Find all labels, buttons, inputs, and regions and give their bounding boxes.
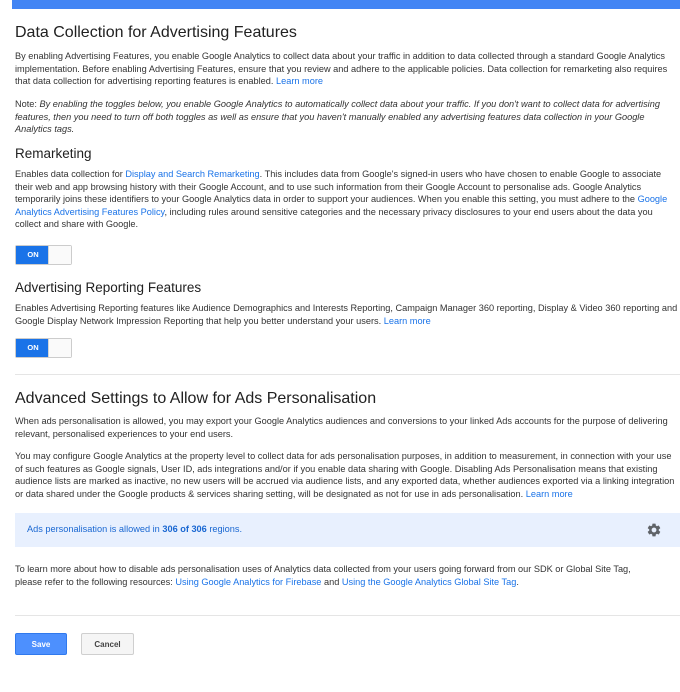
gear-icon[interactable] (646, 522, 662, 538)
toggle-on-label: ON (16, 339, 50, 357)
advanced-para-2: You may configure Google Analytics at th… (15, 451, 675, 499)
display-search-remarketing-link[interactable]: Display and Search Remarketing (125, 169, 259, 179)
ads-personalisation-info-bar: Ads personalisation is allowed in 306 of… (15, 513, 680, 547)
toggle-knob (48, 339, 71, 357)
data-collection-description: By enabling Advertising Features, you en… (15, 51, 668, 86)
section-divider (15, 374, 680, 375)
advanced-learn-more-link[interactable]: Learn more (526, 489, 573, 499)
advanced-title: Advanced Settings to Allow for Ads Perso… (15, 390, 377, 407)
data-collection-title: Data Collection for Advertising Features (15, 24, 297, 41)
remarketing-description: Enables data collection for Display and … (15, 169, 668, 229)
footer-divider (15, 615, 680, 616)
learn-more-link[interactable]: Learn more (276, 76, 323, 86)
advanced-para-3: To learn more about how to disable ads p… (15, 564, 631, 587)
reporting-toggle[interactable]: ON (15, 338, 72, 358)
ads-personalisation-status: Ads personalisation is allowed in 306 of… (27, 524, 243, 534)
toggle-knob (48, 246, 71, 264)
top-accent-bar (12, 0, 680, 9)
reporting-title: Advertising Reporting Features (15, 280, 202, 295)
cancel-button[interactable]: Cancel (81, 633, 134, 655)
reporting-learn-more-link[interactable]: Learn more (384, 316, 431, 326)
firebase-link[interactable]: Using Google Analytics for Firebase (175, 577, 321, 587)
advanced-para-1: When ads personalisation is allowed, you… (15, 416, 668, 439)
global-site-tag-link[interactable]: Using the Google Analytics Global Site T… (342, 577, 517, 587)
toggle-on-label: ON (16, 246, 50, 264)
save-button[interactable]: Save (15, 633, 67, 655)
reporting-description: Enables Advertising Reporting features l… (15, 303, 678, 326)
remarketing-title: Remarketing (15, 146, 92, 161)
data-collection-note: Note: By enabling the toggles below, you… (15, 99, 660, 134)
remarketing-toggle[interactable]: ON (15, 245, 72, 265)
